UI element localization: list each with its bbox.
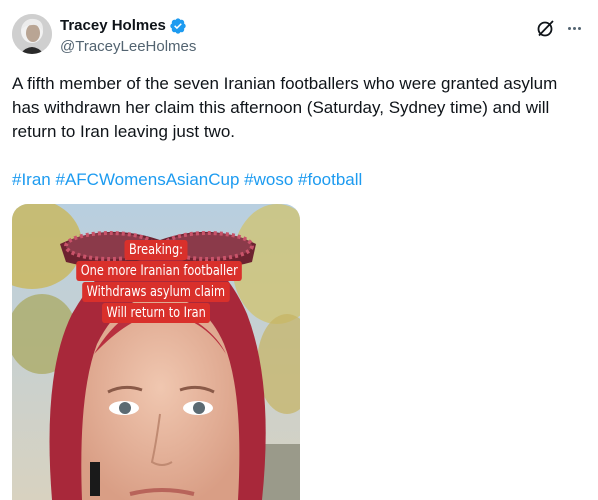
caption-line: Breaking: — [124, 240, 188, 260]
author-display-name[interactable]: Tracey Holmes — [60, 16, 166, 36]
avatar-image — [12, 14, 52, 54]
tweet-text: A fifth member of the seven Iranian foot… — [12, 74, 562, 141]
hashtag-row: #Iran #AFCWomensAsianCup #woso #football — [12, 168, 588, 192]
dot — [567, 26, 571, 30]
verified-badge-icon — [169, 17, 187, 35]
more-options-icon[interactable] — [564, 18, 584, 38]
dot — [577, 26, 581, 30]
tweet-header: Tracey Holmes @TraceyLeeHolmes — [12, 14, 586, 62]
hashtag-iran[interactable]: #Iran — [12, 170, 51, 189]
tweet-video[interactable]: Breaking: One more Iranian footballer Wi… — [12, 204, 300, 500]
caption-line: Withdraws asylum claim — [82, 282, 230, 302]
hashtag-afcwomensasiancup[interactable]: #AFCWomensAsianCup — [55, 170, 239, 189]
video-caption: Breaking: One more Iranian footballer Wi… — [67, 240, 245, 324]
hashtag-woso[interactable]: #woso — [244, 170, 293, 189]
dot — [572, 26, 576, 30]
author-handle[interactable]: @TraceyLeeHolmes — [60, 37, 196, 57]
hashtag-football[interactable]: #football — [298, 170, 362, 189]
grok-icon[interactable] — [536, 18, 556, 38]
caption-line: Will return to Iran — [101, 303, 211, 323]
caption-line: One more Iranian footballer — [76, 261, 243, 281]
avatar[interactable] — [12, 14, 52, 54]
